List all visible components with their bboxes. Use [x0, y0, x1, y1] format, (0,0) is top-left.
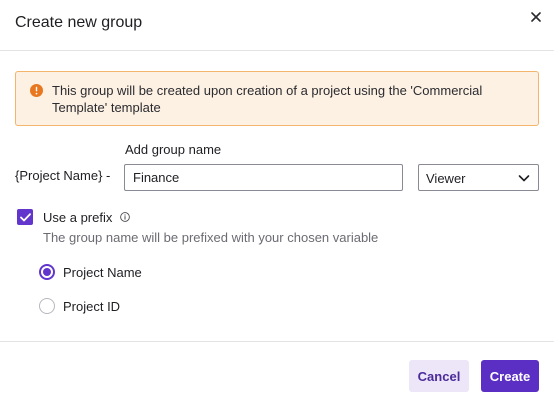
- create-button[interactable]: Create: [481, 360, 539, 392]
- radio-project-name[interactable]: [39, 264, 55, 280]
- chevron-down-icon: [518, 175, 530, 182]
- cancel-button[interactable]: Cancel: [409, 360, 469, 392]
- close-icon: [531, 12, 541, 22]
- dialog-header: Create new group: [0, 0, 554, 51]
- use-prefix-description: The group name will be prefixed with you…: [43, 230, 379, 245]
- group-name-input[interactable]: [124, 164, 403, 191]
- prefix-variable-label: {Project Name} -: [15, 168, 111, 183]
- radio-project-id[interactable]: [39, 298, 55, 314]
- dialog-footer: Cancel Create: [0, 341, 554, 409]
- radio-project-id-label: Project ID: [63, 299, 121, 314]
- use-prefix-label: Use a prefix: [43, 210, 113, 225]
- role-select[interactable]: Viewer: [418, 164, 539, 191]
- warning-circle-icon: [30, 84, 43, 97]
- alert-message: This group will be created upon creation…: [52, 83, 483, 115]
- dialog-title: Create new group: [15, 14, 143, 31]
- info-alert: This group will be created upon creation…: [15, 71, 539, 126]
- role-select-value: Viewer: [426, 171, 466, 186]
- close-button[interactable]: [527, 8, 545, 26]
- use-prefix-checkbox[interactable]: [17, 209, 33, 225]
- info-icon[interactable]: [120, 212, 130, 222]
- add-group-name-label: Add group name: [125, 142, 222, 157]
- checkmark-icon: [19, 212, 31, 221]
- create-group-dialog: Create new group This group will be crea…: [0, 0, 554, 409]
- radio-project-name-label: Project Name: [63, 265, 142, 280]
